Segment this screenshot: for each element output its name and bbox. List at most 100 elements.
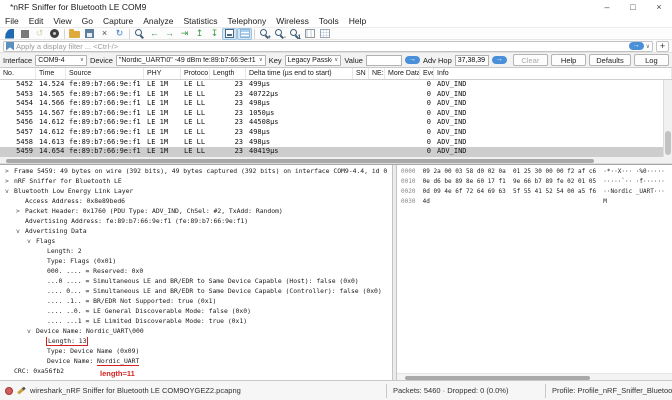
packet-list-vertical-scrollbar[interactable] (663, 80, 672, 157)
advhop-input[interactable] (455, 55, 489, 66)
hex-row[interactable]: 0030 4d M (401, 198, 672, 208)
packet-list-horizontal-scrollbar[interactable] (0, 157, 672, 164)
display-filter-input[interactable] (16, 42, 627, 51)
go-back-icon[interactable]: ← (147, 28, 162, 40)
add-filter-button-expression[interactable]: + (656, 41, 669, 52)
filter-dropdown-caret-icon[interactable]: ∨ (646, 43, 650, 50)
detail-line[interactable]: Type: Flags (0x01) (0, 257, 392, 267)
column-header-ne[interactable]: NE: (369, 68, 385, 79)
reload-file-icon[interactable]: ↻ (112, 28, 127, 40)
scrollbar-thumb[interactable] (405, 376, 590, 380)
scrollbar-thumb[interactable] (6, 159, 594, 163)
column-header-phy[interactable]: PHY (144, 68, 181, 79)
detail-line[interactable]: .... .1.. = BR/EDR Not Supported: true (… (0, 297, 392, 307)
maximize-button[interactable]: □ (620, 0, 646, 14)
detail-line[interactable]: .... ..0. = LE General Discoverable Mode… (0, 307, 392, 317)
expander-icon[interactable]: > (5, 167, 14, 175)
start-capture-icon[interactable] (2, 28, 17, 40)
menu-file[interactable]: File (0, 16, 24, 26)
apply-value-button[interactable]: → (405, 56, 420, 64)
detail-line[interactable]: Device Name: Nordic_UART (0, 357, 392, 367)
detail-line[interactable]: Access Address: 0x8e89bed6 (0, 197, 392, 207)
find-packet-icon[interactable] (132, 28, 147, 40)
column-header-protoco[interactable]: Protoco (181, 68, 210, 79)
expander-icon[interactable]: v (5, 187, 14, 195)
hex-row[interactable]: 0020 0d 09 4e 6f 72 64 69 63 5f 55 41 52… (401, 188, 672, 198)
detail-line[interactable]: vBluetooth Low Energy Link Layer (0, 187, 392, 197)
detail-line[interactable]: .... 0... = Simultaneous LE and BR/EDR t… (0, 287, 392, 297)
hex-row[interactable]: 0010 0e d6 be 89 8e 60 17 f1 9e 66 b7 89… (401, 178, 672, 188)
column-header-sn[interactable]: SN (353, 68, 369, 79)
detail-line[interactable]: Type: Device Name (0x09) (0, 347, 392, 357)
expander-icon[interactable]: v (27, 327, 36, 335)
key-select[interactable]: Legacy Passkey ∨ (285, 55, 342, 66)
menu-help[interactable]: Help (344, 16, 371, 26)
zoom-out-icon[interactable]: - (272, 28, 287, 40)
detail-line[interactable]: >Packet Header: 0x1760 (PDU Type: ADV_IN… (0, 207, 392, 217)
menu-edit[interactable]: Edit (24, 16, 49, 26)
menu-tools[interactable]: Tools (314, 16, 344, 26)
close-button[interactable]: × (646, 0, 672, 14)
detail-line[interactable]: Advertising Address: fe:89:b7:66:9e:f1 (… (0, 217, 392, 227)
menu-statistics[interactable]: Statistics (178, 16, 222, 26)
filter-bookmark-icon[interactable] (6, 42, 14, 51)
detail-line[interactable]: ...0 .... = Simultaneous LE and BR/EDR t… (0, 277, 392, 287)
capture-options-icon[interactable] (47, 28, 62, 40)
detail-line[interactable]: >Frame 5459: 49 bytes on wire (392 bits)… (0, 167, 392, 177)
save-file-icon[interactable] (82, 28, 97, 40)
device-select[interactable]: "Nordic_UART\0" -49 dBm fe:89:b7:66:9e:f… (116, 55, 266, 66)
expert-info-icon[interactable] (5, 387, 13, 395)
detail-line[interactable]: Length: 2 (0, 247, 392, 257)
expander-icon[interactable]: v (16, 227, 25, 235)
clear-button[interactable]: Clear (513, 54, 548, 66)
detail-line[interactable]: .... ...1 = LE Limited Discoverable Mode… (0, 317, 392, 327)
restart-capture-icon[interactable]: ↺ (32, 28, 47, 40)
detail-line[interactable]: vFlags (0, 237, 392, 247)
go-first-packet-icon[interactable]: ↥ (192, 28, 207, 40)
help-button[interactable]: Help (551, 54, 586, 66)
capture-comment-icon[interactable] (17, 386, 26, 394)
go-last-packet-icon[interactable]: ↧ (207, 28, 222, 40)
detail-line[interactable]: vAdvertising Data (0, 227, 392, 237)
column-header-delta-time-s-end-to-start[interactable]: Delta time (µs end to start) (246, 68, 353, 79)
interface-select[interactable]: COM9-4 ∨ (35, 55, 87, 66)
expander-icon[interactable]: > (16, 207, 25, 215)
packet-row[interactable]: 545514.567fe:89:b7:66:9e:f1LE 1MLE LL231… (0, 109, 672, 119)
menu-go[interactable]: Go (77, 16, 98, 26)
auto-scroll-icon[interactable] (222, 28, 237, 40)
column-header-time[interactable]: Time (36, 68, 66, 79)
defaults-button[interactable]: Defaults (589, 54, 631, 66)
detail-line[interactable]: CRC: 0xa56fb2 (0, 367, 392, 377)
packet-row[interactable]: 545614.612fe:89:b7:66:9e:f1LE 1MLE LL234… (0, 118, 672, 128)
packet-row[interactable]: 545914.654fe:89:b7:66:9e:f1LE 1MLE LL234… (0, 147, 672, 157)
packet-row[interactable]: 545214.524fe:89:b7:66:9e:f1LE 1MLE LL234… (0, 80, 672, 90)
packet-row[interactable]: 545714.612fe:89:b7:66:9e:f1LE 1MLE LL234… (0, 128, 672, 138)
display-filter-box[interactable]: → ∨ (3, 41, 653, 52)
display-columns-icon[interactable] (317, 28, 332, 40)
resize-columns-icon[interactable] (302, 28, 317, 40)
minimize-button[interactable]: – (594, 0, 620, 14)
hex-horizontal-scrollbar[interactable] (397, 373, 672, 380)
go-to-packet-icon[interactable]: ⇥ (177, 28, 192, 40)
zoom-original-icon[interactable]: 1 (287, 28, 302, 40)
hex-row[interactable]: 0000 09 2a 00 03 58 d0 02 0a 01 25 30 00… (401, 168, 672, 178)
detail-line[interactable]: >nRF Sniffer for Bluetooth LE (0, 177, 392, 187)
packet-row[interactable]: 545814.613fe:89:b7:66:9e:f1LE 1MLE LL234… (0, 138, 672, 148)
scrollbar-thumb[interactable] (665, 131, 671, 155)
go-forward-icon[interactable]: → (162, 28, 177, 40)
colorize-packets-icon[interactable] (237, 28, 252, 40)
stop-capture-icon[interactable] (17, 28, 32, 40)
close-file-icon[interactable]: × (97, 28, 112, 40)
log-button[interactable]: Log (634, 54, 669, 66)
column-header-source[interactable]: Source (66, 68, 144, 79)
profile-name[interactable]: Profile: Profile_nRF_Sniffer_Bluetooth_L… (546, 386, 672, 395)
apply-advhop-button[interactable]: → (492, 56, 507, 64)
menu-analyze[interactable]: Analyze (138, 16, 178, 26)
menu-wireless[interactable]: Wireless (271, 16, 314, 26)
detail-line[interactable]: 000. .... = Reserved: 0x0 (0, 267, 392, 277)
column-header-no[interactable]: No. (0, 68, 36, 79)
menu-telephony[interactable]: Telephony (223, 16, 272, 26)
column-header-info[interactable]: Info (434, 68, 672, 79)
expander-icon[interactable]: > (5, 177, 14, 185)
expander-icon[interactable]: v (27, 237, 36, 245)
